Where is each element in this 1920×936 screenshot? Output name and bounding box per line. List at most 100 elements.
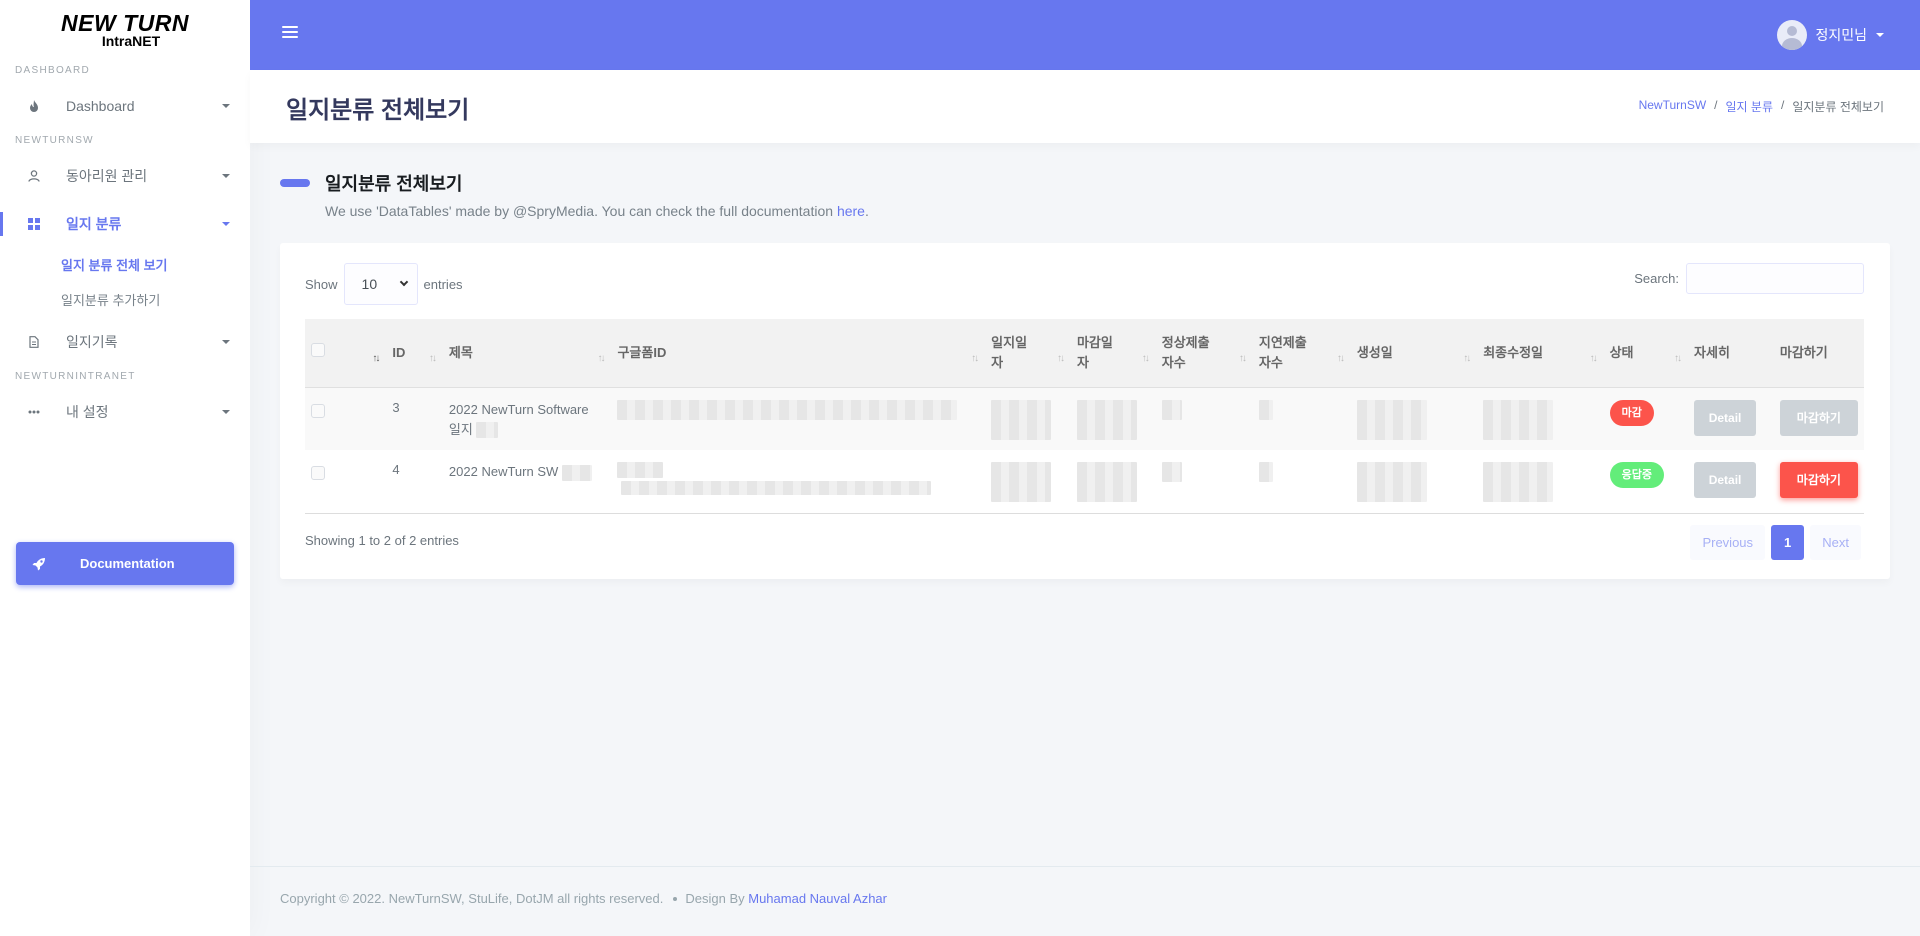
detail-button[interactable]: Detail: [1694, 399, 1757, 436]
submenu-item-add[interactable]: 일지분류 추가하기: [0, 283, 250, 318]
author-link[interactable]: Muhamad Nauval Azhar: [748, 891, 887, 906]
sort-icon: ↑↓: [597, 352, 605, 364]
table-header-row: ↑↓ ID ↑↓ 제목 ↑↓ 구글폼ID ↑↓ 일지일 자 ↑↓ 마감일 자 ↑↓ 정상제…: [305, 319, 1864, 388]
sidebar-item-journal-records[interactable]: 일지기록: [0, 318, 250, 366]
checkbox[interactable]: [311, 403, 325, 418]
header-deadline[interactable]: 마감일 자 ↑↓: [1070, 319, 1156, 388]
redacted: [1356, 462, 1427, 502]
sidebar-item-label: 동아리원 관리: [66, 168, 148, 184]
header-label: 마감일 자: [1076, 334, 1113, 370]
cell-title: 2022 NewTurn SW: [443, 450, 612, 513]
table-info: Showing 1 to 2 of 2 entries: [305, 533, 459, 548]
brand-logo[interactable]: NEW TURN IntraNET: [0, 0, 250, 60]
search: Search:: [1634, 263, 1864, 294]
header-journal-date[interactable]: 일지일 자 ↑↓: [985, 319, 1071, 388]
previous-button[interactable]: Previous: [1690, 525, 1766, 560]
redacted: [476, 422, 499, 439]
table-row: 4 2022 NewTurn SW 응답중 Detail 마감하기: [305, 450, 1864, 513]
sort-icon: ↑↓: [372, 352, 380, 364]
header-label: 마감하기: [1779, 344, 1828, 360]
page-button[interactable]: 1: [1771, 525, 1805, 560]
sort-icon: ↑↓: [1589, 352, 1598, 364]
entries-select[interactable]: 10: [343, 263, 418, 305]
search-input[interactable]: [1686, 263, 1864, 294]
data-table: ↑↓ ID ↑↓ 제목 ↑↓ 구글폼ID ↑↓ 일지일 자 ↑↓ 마감일 자 ↑↓ 정상제…: [305, 319, 1864, 514]
documentation-link[interactable]: here: [837, 203, 865, 219]
sidebar-item-journal-category[interactable]: 일지 분류: [0, 200, 250, 248]
sidebar-item-settings[interactable]: 내 설정: [0, 388, 250, 436]
chevron-down-icon: [222, 222, 230, 226]
submenu-journal-category: 일지 분류 전체 보기 일지분류 추가하기: [0, 248, 250, 318]
next-button[interactable]: Next: [1810, 525, 1861, 560]
header-select-all[interactable]: [305, 319, 335, 388]
status-badge: 응답중: [1609, 462, 1664, 488]
header-status[interactable]: 상태 ↑↓: [1603, 319, 1689, 388]
sort-icon: ↑↓: [1674, 352, 1682, 364]
documentation-button[interactable]: Documentation: [16, 542, 234, 585]
header-label: 상태: [1609, 344, 1634, 360]
header-googleform-id[interactable]: 구글폼ID ↑↓: [611, 319, 986, 388]
fire-icon: [28, 100, 40, 112]
submenu-item-view-all[interactable]: 일지 분류 전체 보기: [0, 248, 250, 283]
top-navbar: [250, 0, 1920, 70]
entries-label: entries: [423, 276, 463, 292]
breadcrumb-category[interactable]: 일지 분류: [1726, 98, 1774, 115]
redacted: [621, 481, 932, 495]
header-sort[interactable]: ↑↓: [334, 319, 387, 388]
header-label: 지연제출 자수: [1258, 334, 1307, 370]
chevron-down-icon: [1876, 33, 1884, 37]
checkbox[interactable]: [311, 342, 325, 357]
cell-id: 4: [392, 462, 400, 477]
header-updated[interactable]: 최종수정일 ↑↓: [1477, 319, 1604, 388]
header-label: 최종수정일: [1483, 344, 1544, 360]
avatar: [1777, 20, 1808, 50]
redacted: [1483, 399, 1554, 440]
header-ontime-count[interactable]: 정상제출 자수 ↑↓: [1155, 319, 1253, 388]
header-id[interactable]: ID ↑↓: [386, 319, 443, 388]
header-late-count[interactable]: 지연제출 자수 ↑↓: [1252, 319, 1351, 388]
grid-icon: [28, 218, 40, 230]
title-line: 일지: [448, 421, 473, 437]
header-close: 마감하기: [1773, 319, 1864, 388]
entries-value: 10: [361, 276, 378, 292]
sort-icon: ↑↓: [971, 352, 979, 364]
chevron-down-icon: [399, 277, 408, 287]
breadcrumb-home[interactable]: NewTurnSW: [1639, 98, 1707, 115]
section-lead-text: We use 'DataTables' made by @SpryMedia. …: [325, 203, 837, 219]
header-created[interactable]: 생성일 ↑↓: [1350, 319, 1478, 388]
sort-icon: ↑↓: [1463, 352, 1471, 364]
header-label: 자세히: [1694, 344, 1730, 360]
sort-icon: ↑↓: [1336, 352, 1345, 364]
close-button[interactable]: 마감하기: [1779, 399, 1858, 436]
header-label: 제목: [448, 344, 473, 360]
redacted: [617, 399, 958, 420]
checkbox[interactable]: [311, 466, 325, 480]
sidebar-item-members[interactable]: 동아리원 관리: [0, 152, 250, 200]
user-menu[interactable]: 정지민님: [1777, 20, 1884, 50]
close-button[interactable]: 마감하기: [1779, 462, 1858, 498]
menu-header-newturnsw: NEWTURNSW: [15, 135, 94, 146]
datatable-card: Show 10 entries Search: ↑↓ ID ↑↓ 제목 ↑↓ 구글폼…: [280, 243, 1890, 579]
detail-button[interactable]: Detail: [1694, 462, 1757, 498]
status-badge: 마감: [1609, 399, 1654, 426]
sidebar-item-label: 내 설정: [66, 404, 109, 420]
header-label: 구글폼ID: [617, 344, 667, 360]
ellipsis-icon: [28, 406, 40, 418]
section-header: 일지분류 전체보기 NewTurnSW / 일지 분류 / 일지분류 전체보기: [250, 70, 1920, 143]
menu-header-newturnintranet: NEWTURNINTRANET: [15, 371, 136, 382]
breadcrumb: NewTurnSW / 일지 분류 / 일지분류 전체보기: [1638, 98, 1884, 115]
redacted: [1258, 399, 1273, 420]
sidebar-item-label: Dashboard: [66, 98, 135, 114]
header-label: ID: [392, 344, 406, 360]
sidebar-item-dashboard[interactable]: Dashboard: [0, 82, 250, 130]
page-title: 일지분류 전체보기: [286, 97, 470, 124]
header-label: 정상제출 자수: [1161, 334, 1210, 370]
header-label: 생성일: [1356, 344, 1393, 360]
menu-toggle-icon[interactable]: [282, 26, 298, 40]
title-line: 2022 NewTurn SW: [448, 464, 559, 479]
sidebar: NEW TURN IntraNET DASHBOARD Dashboard NE…: [0, 0, 250, 936]
footer-text: Copyright © 2022. NewTurnSW, StuLife, Do…: [280, 891, 887, 906]
redacted: [1483, 462, 1554, 502]
header-title[interactable]: 제목 ↑↓: [442, 319, 612, 388]
copyright: Copyright © 2022. NewTurnSW, StuLife, Do…: [280, 891, 664, 906]
